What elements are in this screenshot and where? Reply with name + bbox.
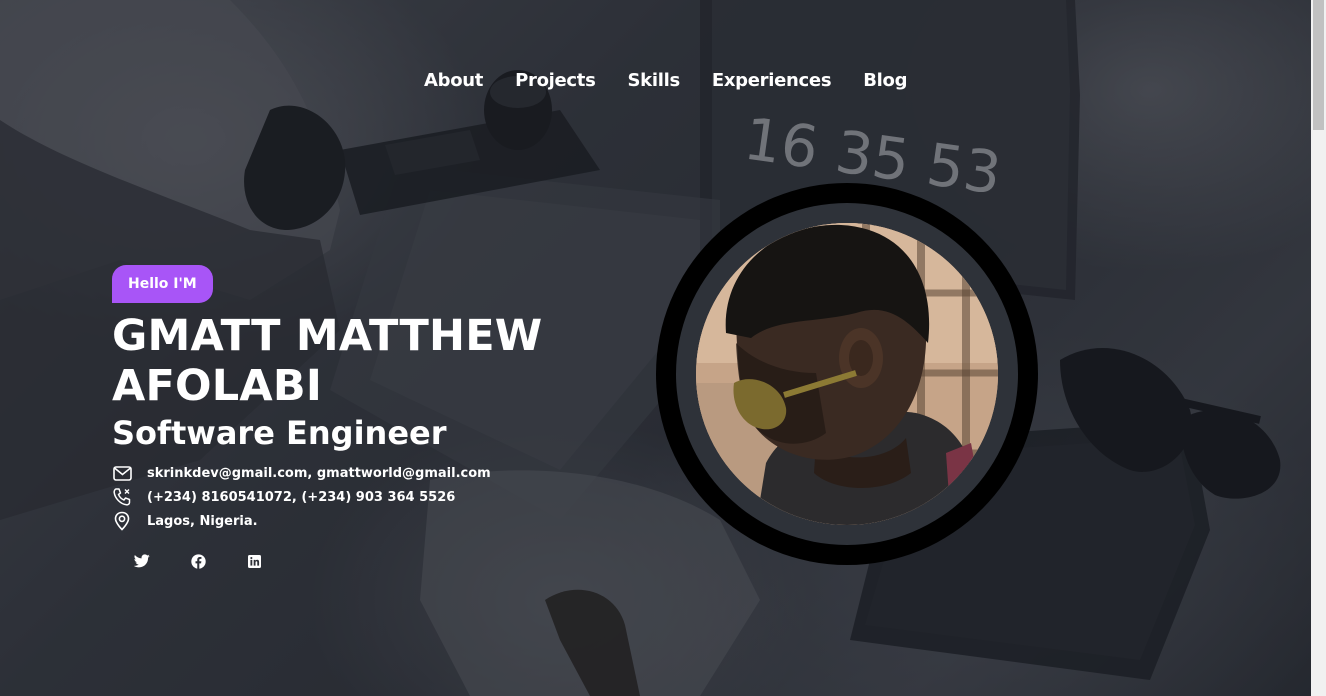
nav-link-skills[interactable]: Skills [628, 68, 681, 94]
hero-role: Software Engineer [112, 414, 447, 452]
linkedin-icon[interactable] [246, 553, 262, 569]
contact-phone[interactable]: (+234) 8160541072, (+234) 903 364 5526 [147, 490, 455, 505]
contact-email[interactable]: skrinkdev@gmail.com, gmattworld@gmail.co… [147, 466, 491, 481]
facebook-icon[interactable] [190, 553, 206, 569]
avatar-portrait-illustration [696, 223, 998, 525]
main-navigation: About Projects Skills Experiences Blog [424, 68, 908, 94]
location-pin-icon [112, 511, 132, 531]
contact-list: skrinkdev@gmail.com, gmattworld@gmail.co… [112, 461, 582, 533]
nav-link-blog[interactable]: Blog [863, 68, 907, 94]
avatar-frame [656, 183, 1038, 565]
page-scrollbar[interactable] [1311, 0, 1326, 696]
hero-intro: Hello I'M GMATT MATTHEW AFOLABI Software… [112, 265, 582, 569]
phone-icon [112, 487, 132, 507]
portfolio-page: 16 35 53 About Projects Skills Experienc… [0, 0, 1326, 696]
avatar [696, 223, 998, 525]
scrollbar-thumb[interactable] [1313, 0, 1324, 130]
nav-link-projects[interactable]: Projects [515, 68, 596, 94]
envelope-icon [112, 463, 132, 483]
hello-badge: Hello I'M [112, 265, 213, 303]
nav-link-about[interactable]: About [424, 68, 483, 94]
hero-name: GMATT MATTHEW AFOLABI [112, 311, 543, 411]
twitter-icon[interactable] [134, 553, 150, 569]
contact-location-row: Lagos, Nigeria. [112, 509, 582, 533]
contact-location: Lagos, Nigeria. [147, 513, 258, 529]
nav-link-experiences[interactable]: Experiences [712, 68, 832, 94]
social-links [134, 553, 582, 569]
contact-phone-row: (+234) 8160541072, (+234) 903 364 5526 [112, 485, 582, 509]
contact-email-row: skrinkdev@gmail.com, gmattworld@gmail.co… [112, 461, 582, 485]
